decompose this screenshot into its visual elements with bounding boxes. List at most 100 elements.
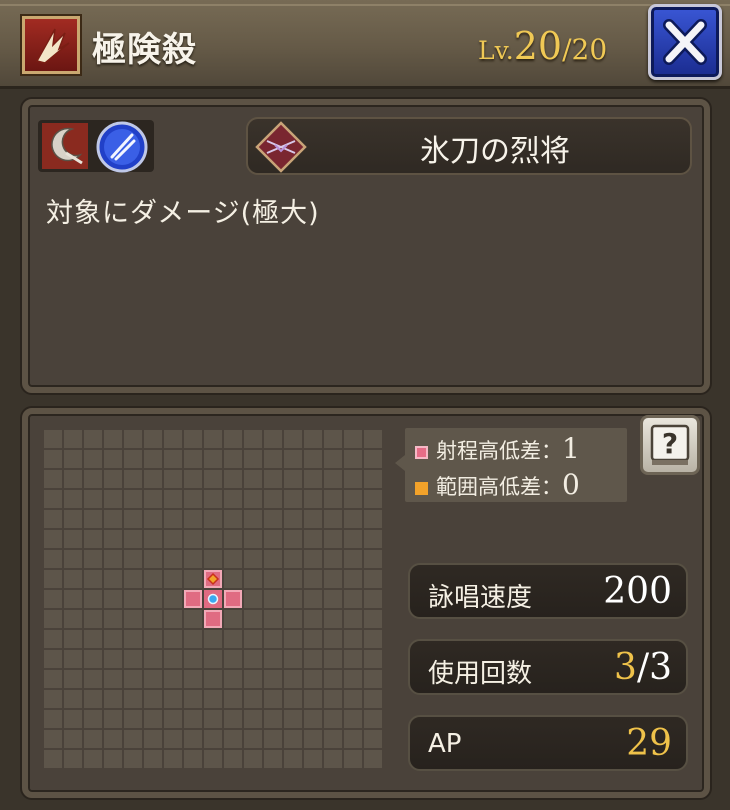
range-grid-cell bbox=[344, 630, 362, 648]
range-grid-cell bbox=[264, 710, 282, 728]
range-grid-cell bbox=[124, 510, 142, 528]
range-grid-cell bbox=[144, 490, 162, 508]
range-grid-cell bbox=[104, 670, 122, 688]
range-grid-cell bbox=[204, 470, 222, 488]
range-grid-cell bbox=[264, 570, 282, 588]
range-grid-cell bbox=[344, 510, 362, 528]
range-grid-cell bbox=[144, 570, 162, 588]
range-grid-cell bbox=[144, 610, 162, 628]
range-grid-cell bbox=[84, 570, 102, 588]
range-grid-cell bbox=[344, 730, 362, 748]
range-height-label: 射程高低差： bbox=[436, 439, 562, 463]
range-grid-cell bbox=[64, 690, 82, 708]
range-grid-cell bbox=[304, 450, 322, 468]
range-grid-cell bbox=[304, 690, 322, 708]
range-grid-cell bbox=[224, 630, 242, 648]
range-grid-cell bbox=[44, 730, 62, 748]
range-grid-cell bbox=[184, 570, 202, 588]
range-grid-cell bbox=[264, 670, 282, 688]
range-grid-cell bbox=[284, 530, 302, 548]
range-grid-cell bbox=[304, 530, 322, 548]
ap-label: AP bbox=[428, 729, 462, 759]
range-grid-cell bbox=[124, 710, 142, 728]
range-grid-cell bbox=[264, 730, 282, 748]
range-grid-cell bbox=[144, 510, 162, 528]
blue-slash-orb-icon bbox=[96, 121, 148, 173]
range-grid-cell bbox=[84, 650, 102, 668]
range-grid-cell bbox=[164, 710, 182, 728]
range-grid-cell bbox=[344, 470, 362, 488]
range-grid-cell bbox=[284, 510, 302, 528]
range-grid-cell bbox=[164, 510, 182, 528]
range-tooltip-pointer bbox=[395, 455, 405, 471]
range-grid-cell bbox=[284, 750, 302, 768]
uses-value: 3/3 bbox=[614, 647, 672, 688]
range-grid-cell bbox=[184, 430, 202, 448]
svg-text:?: ? bbox=[662, 427, 678, 460]
range-grid-cell bbox=[44, 530, 62, 548]
range-grid-cell bbox=[304, 590, 322, 608]
range-grid-cell bbox=[184, 470, 202, 488]
ap-stat: AP 29 bbox=[408, 715, 688, 771]
range-grid-cell bbox=[204, 430, 222, 448]
range-grid-cell bbox=[64, 430, 82, 448]
level-current: 20 bbox=[513, 24, 563, 68]
range-grid-cell bbox=[144, 550, 162, 568]
range-grid-cell bbox=[64, 630, 82, 648]
close-button[interactable] bbox=[648, 4, 722, 80]
range-grid-cell bbox=[164, 450, 182, 468]
range-grid-cell bbox=[124, 630, 142, 648]
range-grid-cell bbox=[264, 530, 282, 548]
range-grid-cell bbox=[104, 490, 122, 508]
range-grid-cell bbox=[104, 590, 122, 608]
range-grid-cell bbox=[204, 750, 222, 768]
range-grid-cell bbox=[104, 510, 122, 528]
height-diff-box: 射程高低差：1 範囲高低差：0 bbox=[405, 428, 627, 502]
range-grid-cell bbox=[64, 530, 82, 548]
uses-label: 使用回数 bbox=[428, 659, 533, 689]
range-height-value: 1 bbox=[562, 432, 580, 465]
range-grid-cell bbox=[124, 590, 142, 608]
range-grid-cell bbox=[324, 710, 342, 728]
range-grid-cell bbox=[124, 490, 142, 508]
range-grid-cell bbox=[244, 490, 262, 508]
range-grid-cell bbox=[344, 450, 362, 468]
range-grid-cell bbox=[104, 570, 122, 588]
range-grid-cell bbox=[244, 710, 262, 728]
range-grid-cell bbox=[304, 730, 322, 748]
range-grid-cell bbox=[304, 550, 322, 568]
range-grid-cell bbox=[304, 610, 322, 628]
range-grid-cell bbox=[64, 710, 82, 728]
uses-stat: 使用回数 3/3 bbox=[408, 639, 688, 695]
range-grid-cell bbox=[244, 450, 262, 468]
range-grid-cell bbox=[104, 750, 122, 768]
range-grid-cell bbox=[64, 510, 82, 528]
range-grid-cell bbox=[184, 670, 202, 688]
help-button[interactable]: ? bbox=[640, 415, 700, 475]
range-grid-cell bbox=[364, 650, 382, 668]
range-grid-cell bbox=[184, 530, 202, 548]
ap-value: 29 bbox=[626, 723, 672, 764]
range-grid-cell bbox=[44, 630, 62, 648]
range-grid-cell bbox=[84, 670, 102, 688]
range-grid-cell bbox=[84, 530, 102, 548]
range-grid-cell bbox=[344, 710, 362, 728]
range-legend-pink bbox=[415, 445, 428, 459]
range-grid-cell bbox=[144, 470, 162, 488]
range-grid-cell bbox=[204, 530, 222, 548]
range-grid-cell bbox=[44, 430, 62, 448]
range-grid-cell bbox=[164, 470, 182, 488]
range-grid-cell bbox=[84, 510, 102, 528]
range-grid-cell bbox=[264, 470, 282, 488]
range-grid-cell bbox=[164, 570, 182, 588]
range-height-row: 射程高低差：1 bbox=[415, 432, 580, 465]
range-grid-cell bbox=[84, 630, 102, 648]
range-grid-cell bbox=[304, 750, 322, 768]
range-grid-cell bbox=[224, 450, 242, 468]
range-grid-cell bbox=[224, 530, 242, 548]
range-grid-cell bbox=[324, 530, 342, 548]
range-grid-cell bbox=[264, 610, 282, 628]
range-grid-cell bbox=[364, 590, 382, 608]
range-grid-cell bbox=[244, 430, 262, 448]
range-grid-cell bbox=[144, 590, 162, 608]
